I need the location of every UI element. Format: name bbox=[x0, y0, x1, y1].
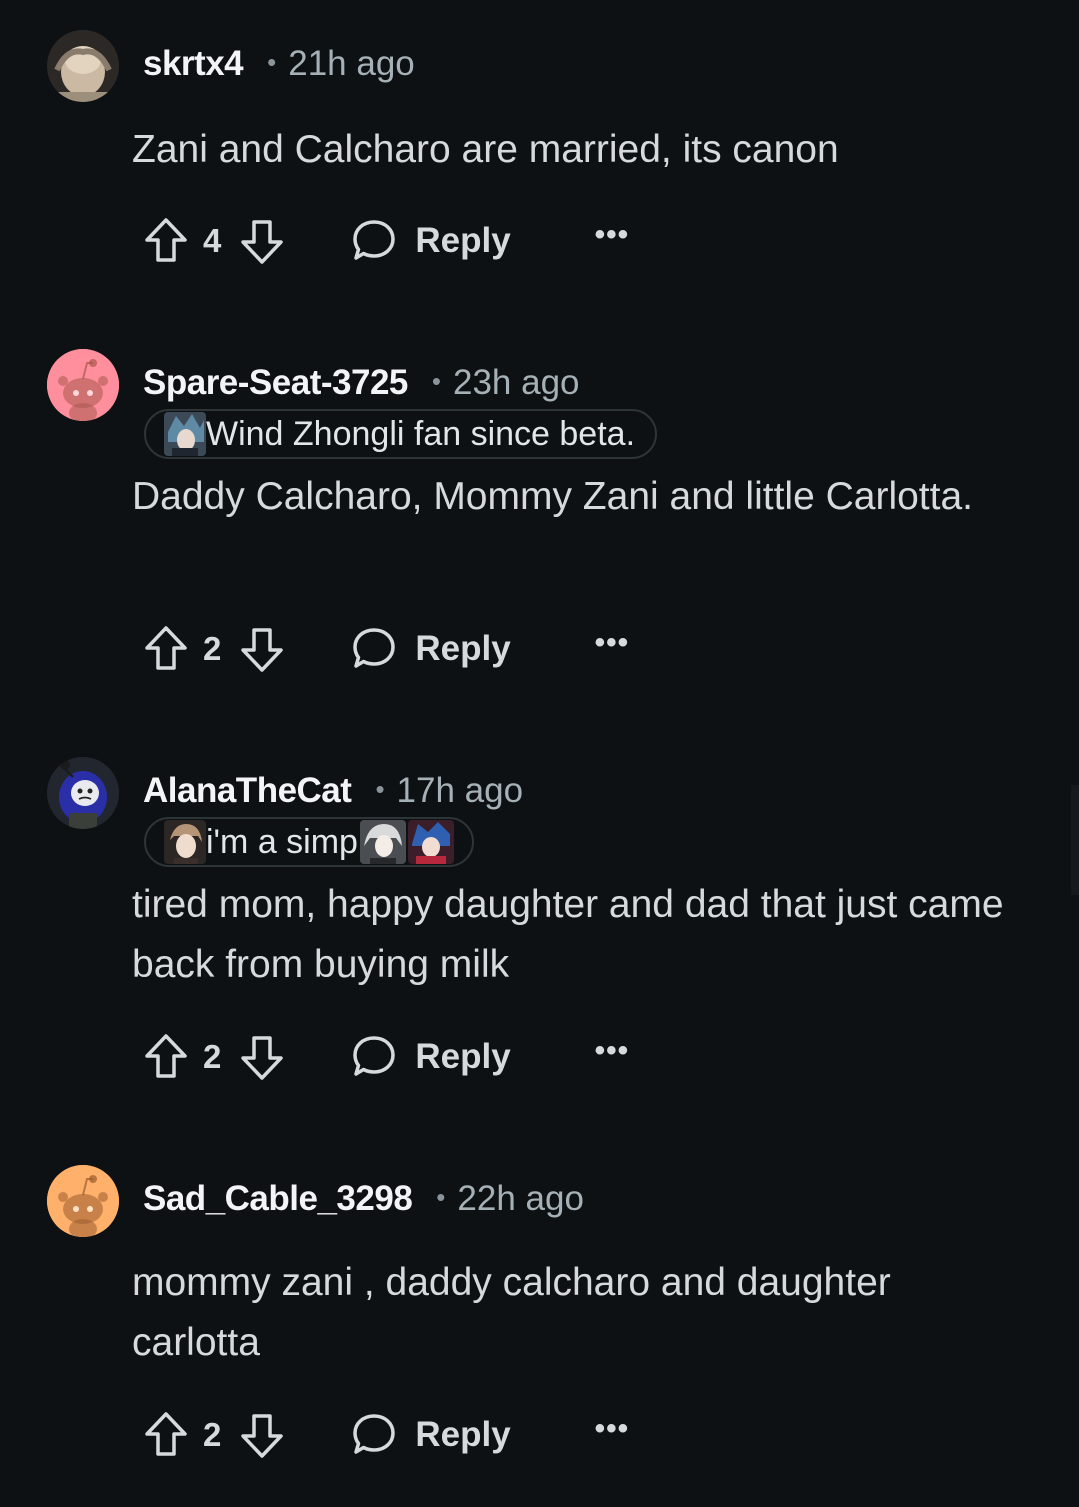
more-options-button[interactable]: ••• bbox=[595, 626, 630, 660]
upvote-icon[interactable] bbox=[143, 1032, 189, 1082]
avatar[interactable] bbox=[47, 30, 119, 102]
flair-text: i'm a simp bbox=[206, 822, 358, 861]
reply-button[interactable]: Reply bbox=[351, 1034, 511, 1080]
comment-meta: Sad_Cable_3298 • 22h ago bbox=[143, 1179, 584, 1219]
reply-label: Reply bbox=[415, 1415, 511, 1454]
comment-body: Daddy Calcharo, Mommy Zani and little Ca… bbox=[132, 475, 973, 518]
username[interactable]: Sad_Cable_3298 bbox=[143, 1179, 413, 1219]
more-options-button[interactable]: ••• bbox=[595, 218, 630, 252]
comment-body: mommy zani , daddy calcharo and daughter… bbox=[132, 1261, 891, 1364]
reply-label: Reply bbox=[415, 629, 511, 668]
upvote-icon[interactable] bbox=[143, 624, 189, 674]
avatar-cartoon-icon bbox=[47, 757, 119, 829]
user-flair: Wind Zhongli fan since beta. bbox=[144, 409, 658, 459]
comment-meta: AlanaTheCat • 17h ago bbox=[143, 771, 523, 811]
comment-meta: skrtx4 • 21h ago bbox=[143, 44, 415, 84]
timestamp: 17h ago bbox=[396, 771, 524, 810]
avatar-photo-icon bbox=[47, 30, 119, 102]
comment-meta: Spare-Seat-3725 • 23h ago bbox=[143, 363, 580, 403]
avatar[interactable] bbox=[47, 1165, 119, 1237]
reply-label: Reply bbox=[415, 1037, 511, 1076]
comment-actions: 2 Reply ••• bbox=[143, 621, 629, 677]
separator-dot: • bbox=[375, 773, 385, 804]
avatar[interactable] bbox=[47, 757, 119, 829]
flair-emoji-icon bbox=[164, 820, 206, 864]
downvote-icon[interactable] bbox=[239, 1032, 285, 1082]
timestamp: 22h ago bbox=[457, 1179, 584, 1218]
speech-bubble-icon bbox=[353, 628, 396, 668]
separator-dot: • bbox=[436, 1181, 446, 1212]
separator-dot: • bbox=[267, 46, 277, 77]
timestamp: 23h ago bbox=[453, 363, 580, 402]
vote-score: 4 bbox=[203, 222, 222, 259]
comment-actions: 2 Reply ••• bbox=[143, 1029, 629, 1085]
comment-body: tired mom, happy daughter and dad that j… bbox=[132, 883, 1004, 986]
more-options-button[interactable]: ••• bbox=[595, 1034, 630, 1068]
snoo-avatar-icon bbox=[47, 1165, 119, 1237]
flair-emoji-icon bbox=[359, 820, 406, 864]
downvote-icon[interactable] bbox=[239, 216, 285, 266]
username[interactable]: Spare-Seat-3725 bbox=[143, 363, 408, 403]
user-flair: i'm a simp bbox=[144, 817, 474, 867]
timestamp: 21h ago bbox=[288, 44, 415, 83]
snoo-avatar-icon bbox=[47, 349, 119, 421]
reply-button[interactable]: Reply bbox=[351, 1412, 511, 1458]
comment-actions: 2 Reply ••• bbox=[143, 1407, 629, 1463]
flair-emoji-icon bbox=[164, 412, 206, 456]
reply-button[interactable]: Reply bbox=[351, 626, 511, 672]
flair-text: Wind Zhongli fan since beta. bbox=[206, 414, 636, 453]
speech-bubble-icon bbox=[353, 1414, 396, 1454]
speech-bubble-icon bbox=[353, 1036, 396, 1076]
comment-actions: 4 Reply ••• bbox=[143, 213, 629, 269]
vote-score: 2 bbox=[203, 1416, 222, 1453]
downvote-icon[interactable] bbox=[239, 1410, 285, 1460]
separator-dot: • bbox=[431, 365, 441, 396]
scrollbar[interactable] bbox=[1071, 785, 1079, 895]
upvote-icon[interactable] bbox=[143, 1410, 189, 1460]
vote-score: 2 bbox=[203, 1038, 222, 1075]
avatar[interactable] bbox=[47, 349, 119, 421]
reply-button[interactable]: Reply bbox=[351, 218, 511, 264]
vote-score: 2 bbox=[203, 630, 222, 667]
downvote-icon[interactable] bbox=[239, 624, 285, 674]
flair-emoji-icon bbox=[407, 820, 454, 864]
speech-bubble-icon bbox=[353, 220, 396, 260]
more-options-button[interactable]: ••• bbox=[595, 1412, 630, 1446]
username[interactable]: skrtx4 bbox=[143, 44, 244, 84]
comment-body: Zani and Calcharo are married, its canon bbox=[132, 128, 839, 171]
reply-label: Reply bbox=[415, 221, 511, 260]
upvote-icon[interactable] bbox=[143, 216, 189, 266]
username[interactable]: AlanaTheCat bbox=[143, 771, 352, 811]
